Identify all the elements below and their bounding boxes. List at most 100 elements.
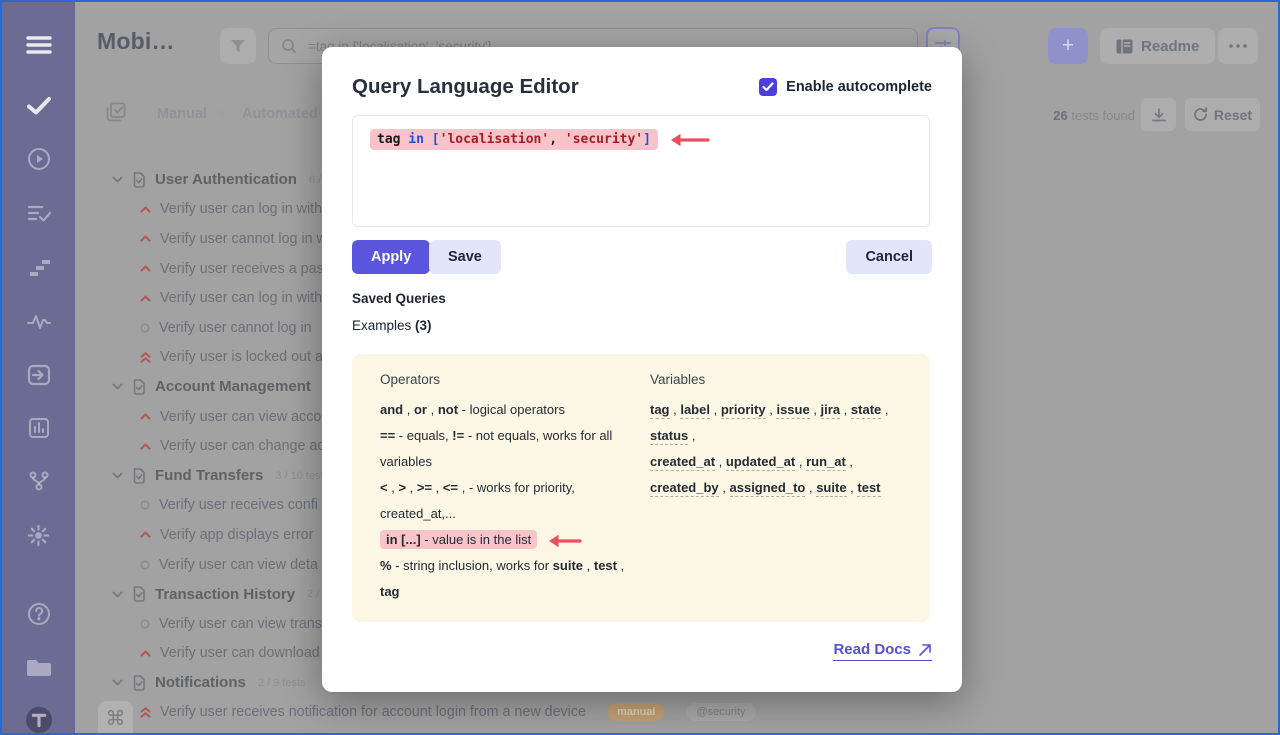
test-title: Verify user can view trans	[159, 616, 322, 632]
download-button[interactable]	[1141, 98, 1176, 131]
tab-automated[interactable]: Automated 6	[242, 106, 329, 122]
save-button[interactable]: Save	[429, 240, 501, 274]
test-title: Verify user receives confi	[159, 497, 318, 513]
menu-icon[interactable]	[25, 31, 53, 59]
test-title: Verify user is locked out a	[160, 349, 323, 365]
chevron-down-icon[interactable]	[112, 591, 123, 598]
suite-name: Transaction History	[155, 586, 295, 603]
import-icon[interactable]	[25, 361, 53, 389]
priority-high-icon	[140, 235, 151, 242]
filter-button[interactable]	[220, 28, 256, 64]
sidebar	[2, 2, 75, 733]
shortcut-hint[interactable]: ⌘	[98, 701, 133, 735]
tab-count: 70	[212, 109, 224, 121]
projects-folder-icon[interactable]	[25, 653, 53, 681]
suite-name: Notifications	[155, 674, 246, 691]
variable-name: test	[857, 480, 880, 497]
chevron-down-icon[interactable]	[112, 383, 123, 390]
red-arrow-icon	[668, 132, 710, 148]
analytics-icon[interactable]	[25, 414, 53, 442]
tab-manual[interactable]: Manual 70	[157, 106, 224, 122]
results-count: 26 tests found	[1035, 108, 1135, 123]
priority-high-icon	[140, 650, 151, 657]
readme-button[interactable]: Readme	[1100, 28, 1215, 64]
variable-line: created_at , updated_at , run_at ,	[650, 449, 902, 475]
chevron-down-icon[interactable]	[112, 472, 123, 479]
variable-name: updated_at	[726, 454, 795, 471]
suite-name: User Authentication	[155, 171, 297, 188]
reset-button[interactable]: Reset	[1185, 98, 1260, 131]
test-row[interactable]: Verify user receives notification for ac…	[98, 698, 1018, 728]
test-title: Verify user cannot log in w	[160, 231, 327, 247]
ellipsis-icon	[1229, 44, 1247, 48]
run-play-icon[interactable]	[25, 145, 53, 173]
branch-icon[interactable]	[25, 467, 53, 495]
priority-highest-icon	[140, 352, 151, 363]
external-link-icon	[918, 643, 932, 657]
more-button[interactable]	[1218, 28, 1258, 64]
operator-line: < , > , >= , <= , - works for priority, …	[380, 475, 632, 527]
modal-title: Query Language Editor	[352, 75, 579, 99]
operator-line: == - equals, != - not equals, works for …	[380, 423, 632, 475]
help-icon[interactable]	[25, 600, 53, 628]
test-plan-icon[interactable]	[25, 200, 53, 228]
tab-label: Automated	[242, 106, 318, 122]
variable-name: status	[650, 428, 688, 445]
file-check-icon	[132, 468, 146, 484]
apply-button[interactable]: Apply	[352, 240, 430, 274]
autocomplete-toggle[interactable]: Enable autocomplete	[759, 78, 932, 96]
tests-check-icon[interactable]	[25, 92, 53, 120]
operators-title: Operators	[380, 372, 632, 387]
read-docs-link[interactable]: Read Docs	[833, 641, 932, 661]
operator-line: and , or , not - logical operators	[380, 397, 632, 423]
variable-name: tag	[650, 402, 670, 419]
book-icon	[1116, 39, 1133, 54]
variable-line: created_by , assigned_to , suite , test	[650, 475, 902, 501]
app-logo[interactable]	[25, 706, 53, 734]
cancel-button[interactable]: Cancel	[846, 240, 932, 274]
steps-icon[interactable]	[25, 254, 53, 282]
variable-line: tag , label , priority , issue , jira , …	[650, 397, 902, 423]
test-title: Verify user receives a pas	[160, 261, 324, 277]
priority-normal-icon	[140, 500, 150, 510]
test-title: Verify app displays error	[160, 527, 313, 543]
manual-badge: manual	[607, 703, 666, 721]
search-icon	[281, 38, 297, 54]
funnel-icon	[230, 39, 246, 54]
priority-high-icon	[140, 443, 151, 450]
priority-highest-icon	[140, 707, 151, 718]
command-icon: ⌘	[106, 706, 126, 730]
examples-heading[interactable]: Examples (3)	[352, 318, 432, 333]
examples-panel: Operators and , or , not - logical opera…	[352, 354, 930, 622]
pulse-icon[interactable]	[25, 308, 53, 336]
priority-high-icon	[140, 206, 151, 213]
query-language-editor-modal: Query Language Editor Enable autocomplet…	[322, 47, 962, 692]
select-all-icon[interactable]	[106, 102, 126, 122]
saved-queries-heading[interactable]: Saved Queries	[352, 291, 446, 306]
project-title[interactable]: Mobi…	[97, 28, 175, 55]
download-icon	[1151, 107, 1167, 123]
variables-title: Variables	[650, 372, 902, 387]
chevron-down-icon[interactable]	[112, 679, 123, 686]
variable-name: issue	[776, 402, 809, 419]
variables-list: tag , label , priority , issue , jira , …	[650, 397, 902, 501]
tab-label: Manual	[157, 106, 207, 122]
chevron-down-icon[interactable]	[112, 176, 123, 183]
file-check-icon	[132, 379, 146, 395]
variable-name: created_at	[650, 454, 715, 471]
tag-badge[interactable]: @security	[686, 703, 755, 721]
settings-gear-icon[interactable]	[25, 521, 53, 549]
priority-high-icon	[140, 413, 151, 420]
query-code-editor[interactable]: tag in ['localisation', 'security']	[352, 115, 930, 227]
suite-count: 2 / 9 tests	[258, 677, 306, 689]
test-title: Verify user can log in with	[160, 290, 322, 306]
checkbox-checked-icon[interactable]	[759, 78, 777, 96]
suite-name: Fund Transfers	[155, 467, 263, 484]
add-button[interactable]: +	[1048, 28, 1088, 64]
results-number: 26	[1053, 108, 1067, 123]
variable-name: jira	[821, 402, 841, 419]
variable-name: run_at	[806, 454, 846, 471]
variable-name: suite	[816, 480, 846, 497]
variable-name: label	[680, 402, 710, 419]
variable-name: state	[851, 402, 881, 419]
